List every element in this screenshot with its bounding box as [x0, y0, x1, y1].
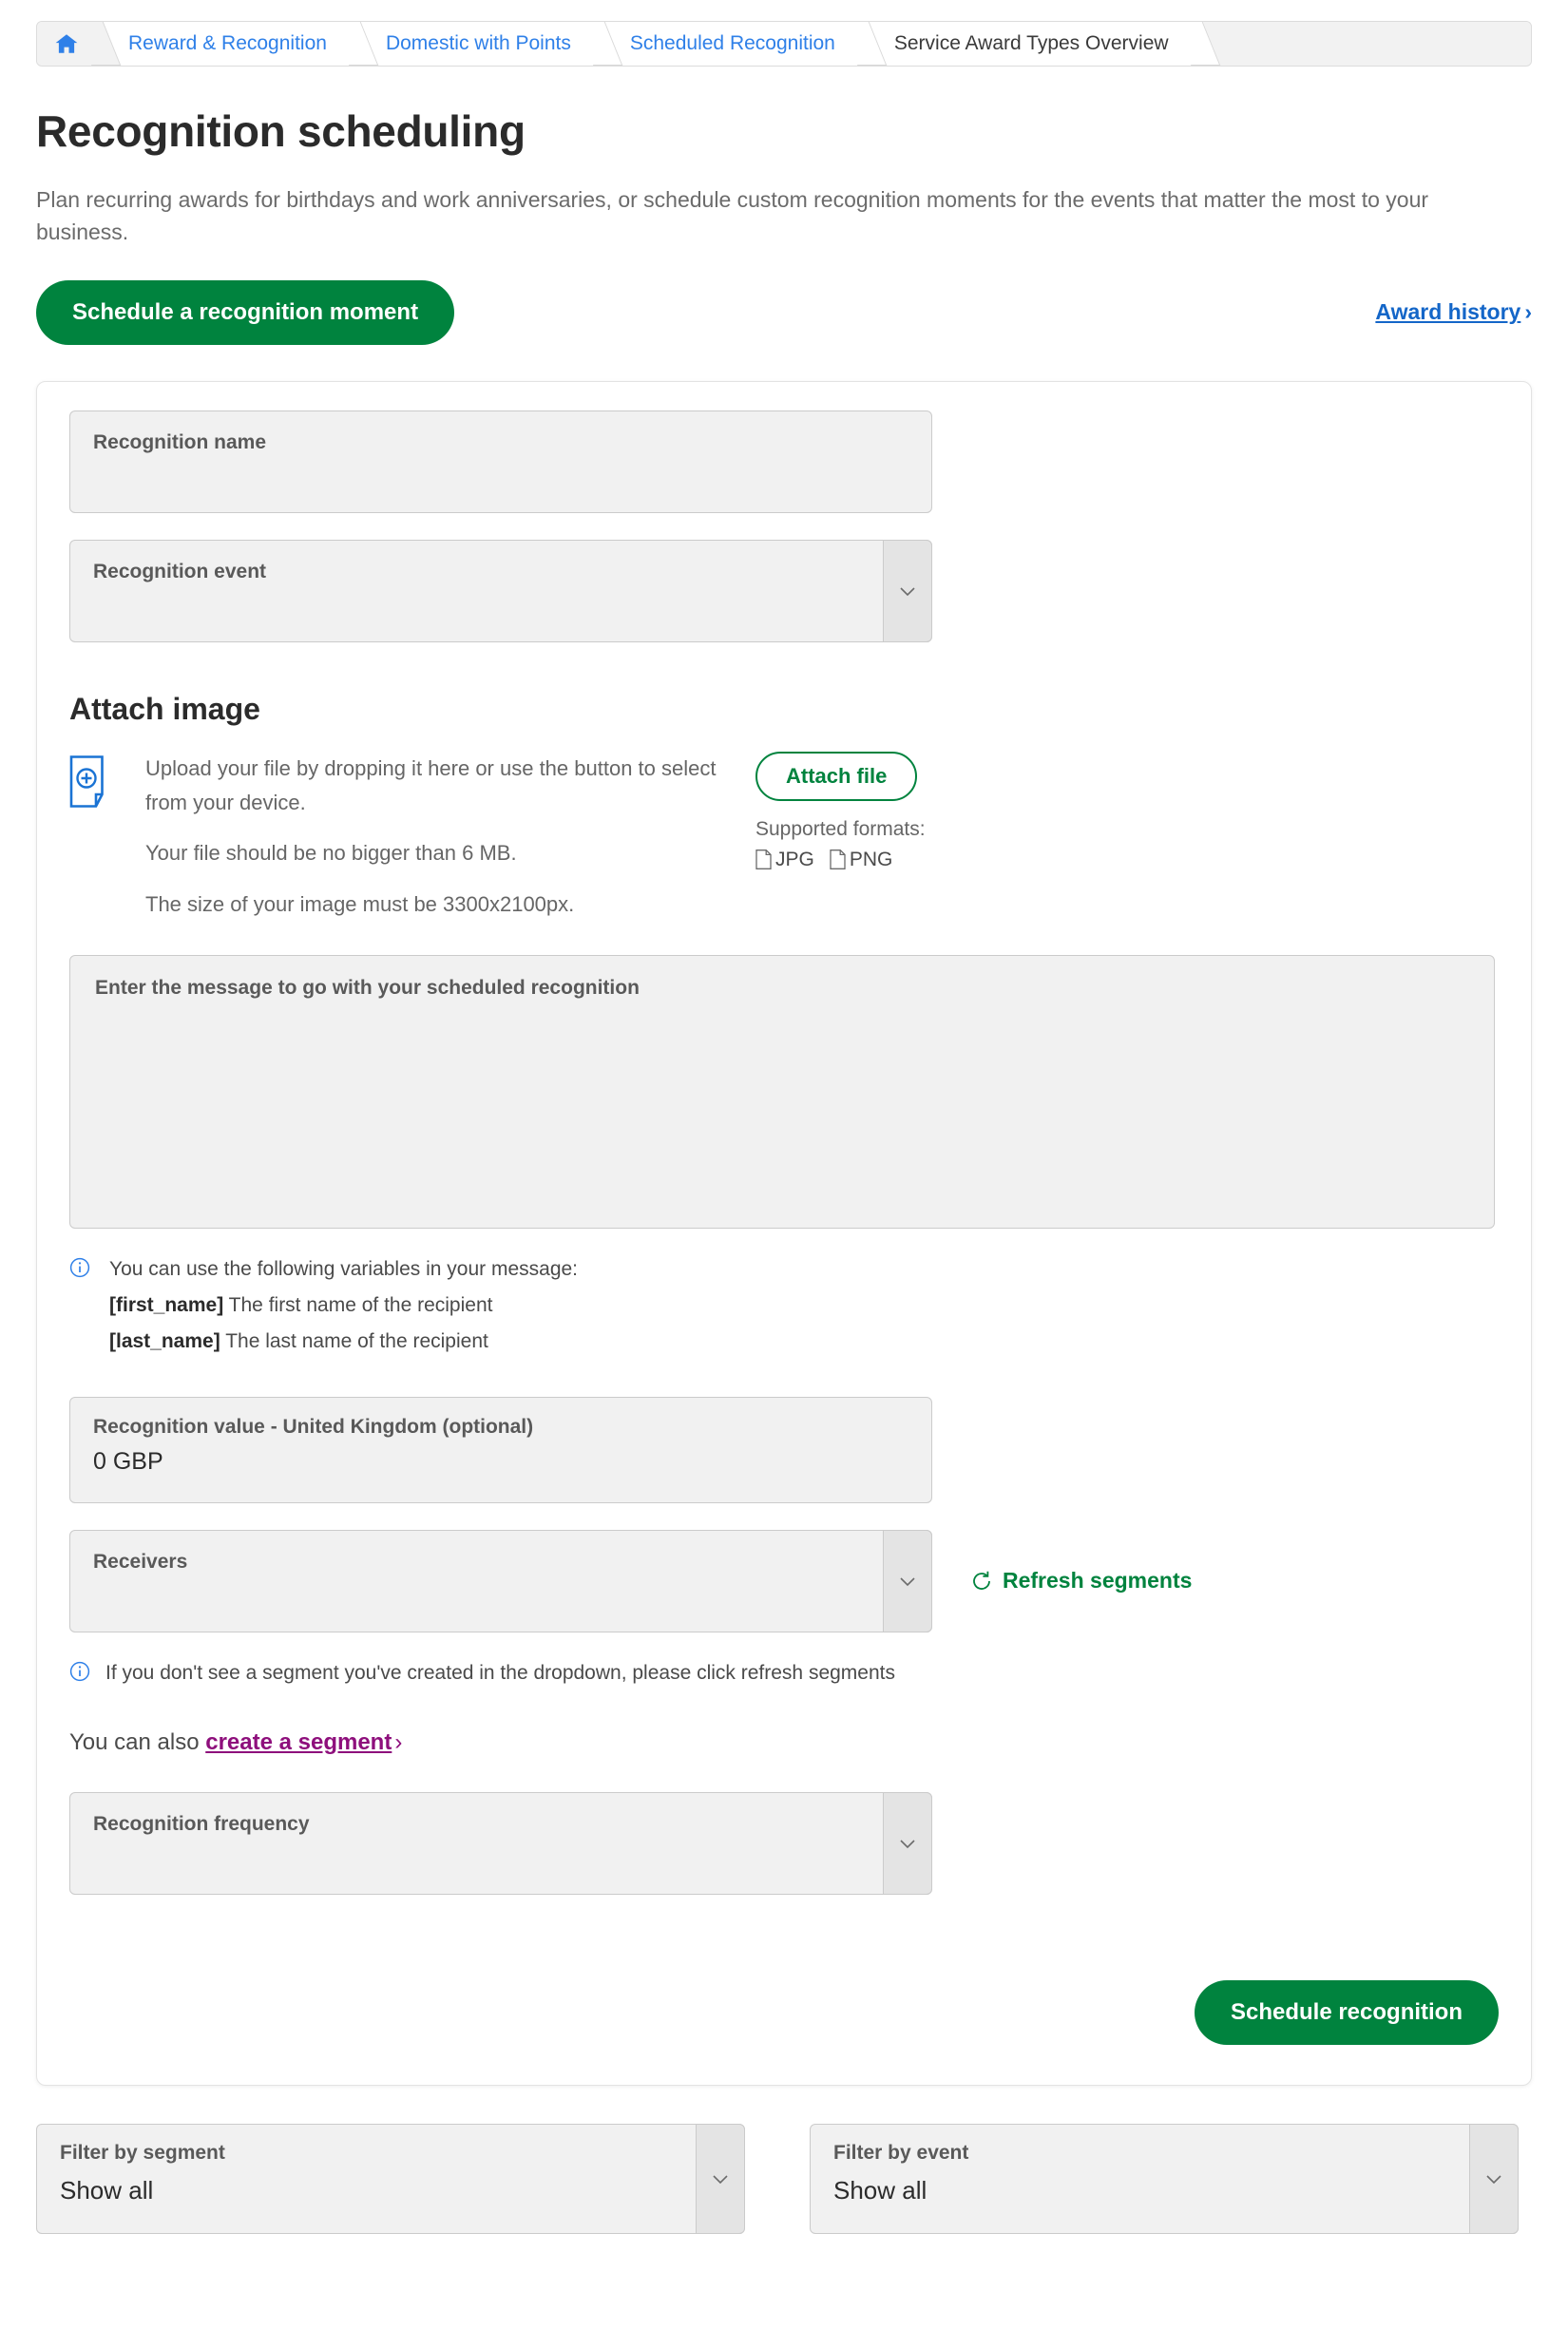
file-icon — [755, 849, 772, 870]
info-icon — [69, 1258, 90, 1278]
breadcrumb-item-0[interactable]: Reward & Recognition — [98, 22, 355, 66]
receivers-dropdown-toggle[interactable] — [883, 1529, 932, 1632]
recognition-value-label: Recognition value - United Kingdom (opti… — [93, 1415, 534, 1438]
page-description: Plan recurring awards for birthdays and … — [36, 186, 1429, 244]
create-segment-link[interactable]: create a segment — [205, 1729, 392, 1755]
refresh-icon — [973, 1571, 990, 1590]
format-png: PNG — [830, 848, 893, 871]
receivers-row: Receivers Refresh segments — [69, 1529, 1499, 1632]
filters-row: Filter by segment Show all Filter by eve… — [36, 2123, 1532, 2234]
refresh-segments-label: Refresh segments — [1003, 1568, 1193, 1593]
variable-last-name-token: [last_name] — [109, 1330, 220, 1353]
recognition-frequency-label: Recognition frequency — [93, 1812, 310, 1835]
recognition-message-label: Enter the message to go with your schedu… — [95, 977, 640, 1000]
attach-image-heading: Attach image — [69, 691, 260, 726]
refresh-segments-link[interactable]: Refresh segments — [970, 1568, 1192, 1594]
recognition-event-label: Recognition event — [93, 560, 267, 582]
filter-by-event-dropdown-toggle[interactable] — [1469, 2123, 1519, 2234]
supported-formats-list: JPG PNG — [755, 849, 926, 871]
recognition-event-dropdown-toggle[interactable] — [883, 539, 932, 642]
variable-last-name: [last_name] The last name of the recipie… — [109, 1326, 578, 1358]
attach-actions: Attach file Supported formats: JPG PNG — [755, 751, 926, 871]
schedule-recognition-moment-button[interactable]: Schedule a recognition moment — [36, 279, 455, 345]
attach-dimensions: The size of your image must be 3300x2100… — [145, 891, 575, 916]
chevron-down-icon — [1486, 2174, 1501, 2184]
chevron-down-icon — [900, 587, 915, 597]
segments-hint: If you don't see a segment you've create… — [69, 1657, 1499, 1689]
attach-file-button[interactable]: Attach file — [755, 751, 918, 801]
attach-size-limit: Your file should be no bigger than 6 MB. — [145, 841, 517, 866]
award-history-link[interactable]: Award history › — [1375, 299, 1532, 325]
recognition-name-field[interactable]: Recognition name — [69, 410, 932, 513]
chevron-right-icon: › — [1524, 299, 1532, 325]
filter-by-event-value: Show all — [833, 2175, 927, 2205]
filter-by-event-label: Filter by event — [833, 2141, 969, 2164]
filter-by-segment-select[interactable]: Filter by segment Show all — [36, 2123, 745, 2234]
variables-hint-intro: You can use the following variables in y… — [109, 1258, 579, 1281]
create-segment-line: You can also create a segment › — [69, 1729, 1499, 1756]
recognition-name-label: Recognition name — [93, 430, 267, 453]
chevron-right-icon: › — [394, 1728, 403, 1755]
breadcrumb-home[interactable] — [37, 22, 98, 66]
recognition-value-amount: 0 GBP — [93, 1447, 163, 1475]
variable-first-name-desc: The first name of the recipient — [228, 1294, 493, 1317]
create-segment-prefix: You can also — [69, 1728, 200, 1755]
recognition-event-select[interactable]: Recognition event — [69, 539, 932, 642]
supported-formats-label: Supported formats: — [755, 817, 926, 840]
attach-drop-text: Upload your file by dropping it here or … — [145, 755, 717, 814]
recognition-form-card: Recognition name Recognition event Attac… — [36, 380, 1532, 2086]
recognition-frequency-select[interactable]: Recognition frequency — [69, 1791, 932, 1895]
format-jpg-label: JPG — [775, 848, 814, 870]
breadcrumb-tail — [1196, 22, 1531, 66]
variables-hint: You can use the following variables in y… — [69, 1253, 1499, 1358]
page-root: Reward & Recognition Domestic with Point… — [0, 21, 1568, 2348]
variable-first-name: [first_name] The first name of the recip… — [109, 1289, 578, 1322]
breadcrumb-item-1[interactable]: Domestic with Points — [354, 22, 600, 66]
file-add-icon — [69, 755, 104, 808]
variable-first-name-token: [first_name] — [109, 1294, 224, 1317]
filter-by-segment-value: Show all — [60, 2175, 154, 2205]
breadcrumb-item-current: Service Award Types Overview — [863, 22, 1197, 66]
filter-by-segment-dropdown-toggle[interactable] — [696, 2123, 745, 2234]
recognition-message-textarea[interactable]: Enter the message to go with your schedu… — [69, 955, 1495, 1230]
receivers-select[interactable]: Receivers — [69, 1529, 932, 1632]
file-icon — [830, 849, 846, 870]
attach-image-instructions: Upload your file by dropping it here or … — [145, 752, 735, 922]
filter-by-event-select[interactable]: Filter by event Show all — [810, 2123, 1519, 2234]
variable-last-name-desc: The last name of the recipient — [225, 1330, 488, 1353]
award-history-label: Award history — [1375, 299, 1521, 325]
format-jpg: JPG — [755, 849, 814, 871]
card-footer: Schedule recognition — [69, 1979, 1499, 2045]
chevron-down-icon — [900, 1839, 915, 1848]
schedule-recognition-submit-button[interactable]: Schedule recognition — [1194, 1979, 1499, 2045]
recognition-value-field[interactable]: Recognition value - United Kingdom (opti… — [69, 1396, 932, 1503]
segments-hint-text: If you don't see a segment you've create… — [105, 1661, 895, 1684]
format-png-label: PNG — [849, 848, 893, 870]
page-title: Recognition scheduling — [36, 106, 526, 156]
variables-hint-body: You can use the following variables in y… — [109, 1253, 578, 1358]
recognition-frequency-dropdown-toggle[interactable] — [883, 1791, 932, 1895]
chevron-down-icon — [900, 1576, 915, 1586]
attach-image-row: Upload your file by dropping it here or … — [69, 751, 1499, 922]
chevron-down-icon — [713, 2174, 728, 2184]
page-actions: Schedule a recognition moment Award hist… — [36, 279, 1532, 345]
filter-by-segment-label: Filter by segment — [60, 2141, 225, 2164]
receivers-label: Receivers — [93, 1550, 188, 1573]
home-icon — [55, 34, 78, 53]
info-icon — [69, 1661, 90, 1681]
breadcrumb-item-2[interactable]: Scheduled Recognition — [599, 22, 864, 66]
breadcrumb: Reward & Recognition Domestic with Point… — [36, 21, 1532, 67]
